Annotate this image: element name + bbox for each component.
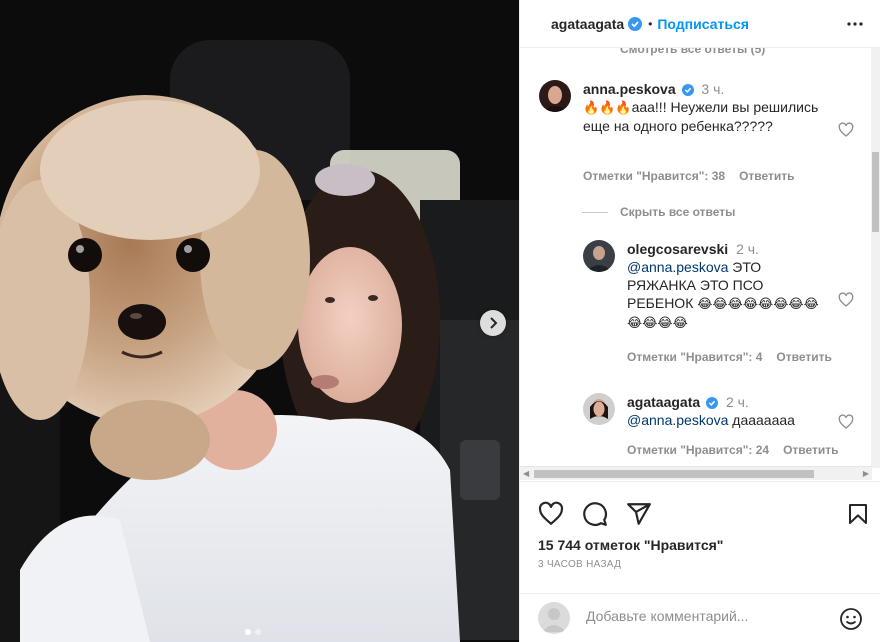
scroll-left-arrow[interactable]: ◀	[523, 469, 529, 478]
share-icon[interactable]	[626, 501, 652, 527]
likes-count[interactable]: 15 744 отметок "Нравится"	[538, 537, 723, 553]
comment-username[interactable]: anna.peskova	[583, 81, 676, 97]
save-icon[interactable]	[846, 501, 870, 527]
comment-meta: Отметки "Нравится": 4 Ответить	[627, 350, 832, 364]
verified-badge-icon	[681, 84, 694, 97]
hide-replies-label: Скрыть все ответы	[620, 205, 736, 219]
current-user-avatar	[538, 602, 570, 634]
comments-list: Смотреть все ответы (5) anna.peskova 3 ч…	[520, 48, 880, 468]
comment-time: 2 ч.	[736, 241, 759, 257]
carousel-dots	[245, 629, 261, 635]
reply-button[interactable]: Ответить	[739, 169, 794, 183]
comment-mention[interactable]: @anna.peskova	[627, 259, 728, 275]
comments-vertical-scrollbar[interactable]	[871, 48, 880, 468]
reply-button[interactable]: Ответить	[776, 350, 831, 364]
default-avatar-icon	[542, 608, 566, 632]
comment-text: agataagata 2 ч. @anna.peskova даааaaaa	[627, 393, 827, 429]
verified-badge-icon	[706, 397, 719, 410]
comment-time: 2 ч.	[725, 394, 749, 410]
avatar[interactable]	[583, 240, 615, 272]
avatar-image	[583, 393, 615, 425]
comment-likes-count[interactable]: Отметки "Нравится": 24	[627, 443, 769, 457]
hide-replies-button[interactable]: Скрыть все ответы	[582, 205, 735, 219]
heart-icon[interactable]	[538, 501, 564, 527]
scroll-right-arrow[interactable]: ▶	[863, 469, 869, 478]
scrollbar-thumb[interactable]	[872, 152, 879, 232]
comment-time: 3 ч.	[701, 81, 725, 97]
comment-emoji: 🔥🔥🔥	[583, 100, 632, 115]
smile-icon[interactable]	[839, 607, 863, 631]
comment-text: olegcosarevski 2 ч. @anna.peskova ЭТО РЯ…	[627, 240, 827, 332]
comment-like-icon[interactable]	[838, 292, 854, 308]
comment-likes-count[interactable]: Отметки "Нравится": 4	[627, 350, 762, 364]
comment-username[interactable]: olegcosarevski	[627, 241, 728, 257]
comment-mention[interactable]: @anna.peskova	[627, 412, 728, 428]
author-username[interactable]: agataagata	[551, 16, 624, 32]
comment-like-icon[interactable]	[838, 414, 854, 430]
post-sidebar: agataagata • Подписаться Смотреть все от…	[519, 0, 880, 642]
more-icon[interactable]	[843, 12, 867, 36]
comment-username[interactable]: agataagata	[627, 394, 700, 410]
comment-message: даааaaaa	[732, 412, 795, 428]
comment-like-icon[interactable]	[838, 122, 854, 138]
post-photo	[0, 0, 519, 642]
chevron-right-icon	[490, 317, 498, 329]
comment-text: anna.peskova 3 ч. 🔥🔥🔥ааа!!! Неужели вы р…	[583, 80, 823, 135]
comments-horizontal-scrollbar[interactable]: ◀ ▶	[520, 466, 872, 480]
scrollbar-thumb[interactable]	[534, 470, 814, 478]
post-header: agataagata • Подписаться	[520, 0, 880, 48]
verified-badge-icon	[628, 16, 643, 31]
carousel-dot-active	[245, 629, 251, 635]
comment-input[interactable]	[586, 608, 826, 624]
reply-button[interactable]: Ответить	[783, 443, 838, 457]
comment-likes-count[interactable]: Отметки "Нравится": 38	[583, 169, 725, 183]
comment-meta: Отметки "Нравится": 38 Ответить	[583, 169, 795, 183]
divider-line	[582, 211, 608, 213]
next-slide-button[interactable]	[480, 310, 506, 336]
avatar[interactable]	[539, 80, 571, 112]
follow-button[interactable]: Подписаться	[657, 16, 749, 32]
header-separator: •	[648, 16, 653, 31]
post-timestamp[interactable]: 3 ЧАСОВ НАЗАД	[538, 559, 621, 570]
avatar-image	[583, 240, 615, 272]
add-comment-bar	[520, 593, 880, 642]
post-dialog: agataagata • Подписаться Смотреть все от…	[0, 0, 880, 642]
carousel-dot	[255, 629, 261, 635]
post-actions	[520, 481, 880, 541]
avatar[interactable]	[583, 393, 615, 425]
comment-meta: Отметки "Нравится": 24 Ответить	[627, 443, 839, 457]
post-media[interactable]	[0, 0, 519, 642]
avatar-image	[539, 80, 571, 112]
comment-icon[interactable]	[582, 501, 608, 527]
view-replies-button[interactable]: Смотреть все ответы (5)	[620, 48, 765, 56]
